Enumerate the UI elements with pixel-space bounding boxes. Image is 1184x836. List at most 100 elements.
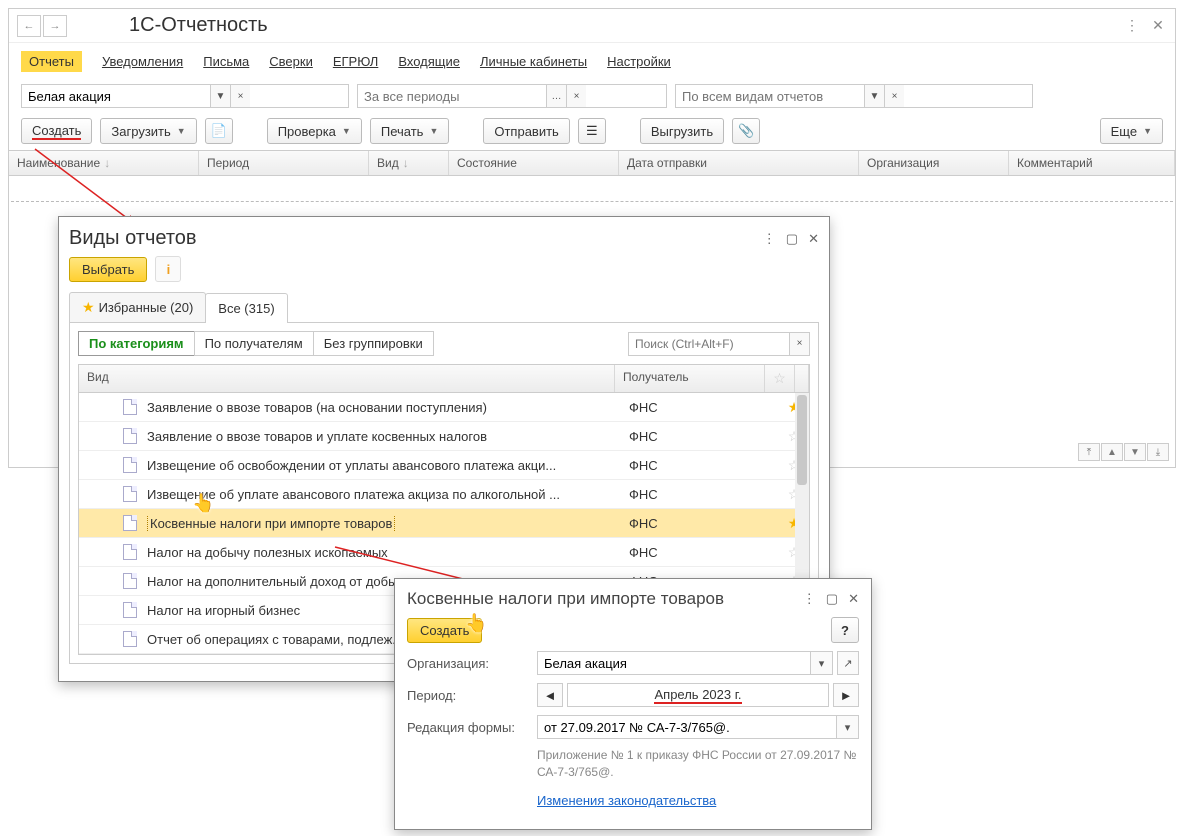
- period-next[interactable]: ►: [833, 683, 859, 707]
- col-period[interactable]: Период: [207, 156, 249, 170]
- scroll-buttons: ⤒ ▲ ▼ ⤓: [1078, 443, 1169, 461]
- scroll-down-icon[interactable]: ▼: [1124, 443, 1146, 461]
- period-field[interactable]: Апрель 2023 г.: [567, 683, 829, 707]
- col-state[interactable]: Состояние: [457, 156, 517, 170]
- tab-settings[interactable]: Настройки: [607, 54, 671, 69]
- more-button[interactable]: Еще▼: [1100, 118, 1163, 144]
- col-kind-header[interactable]: Вид: [79, 365, 615, 392]
- clear-icon[interactable]: ×: [566, 85, 586, 107]
- edition-input[interactable]: [538, 720, 836, 735]
- scroll-bottom-icon[interactable]: ⤓: [1147, 443, 1169, 461]
- close-icon[interactable]: ✕: [808, 231, 819, 247]
- mode-by-category[interactable]: По категориям: [78, 331, 195, 356]
- kind-filter[interactable]: ▼ ×: [675, 84, 1033, 108]
- tab-incoming[interactable]: Входящие: [398, 54, 460, 69]
- col-kind[interactable]: Вид: [377, 156, 399, 170]
- close-icon[interactable]: ✕: [848, 591, 859, 607]
- chevron-down-icon[interactable]: ▼: [864, 85, 884, 107]
- clear-search-icon[interactable]: ×: [789, 333, 809, 355]
- menu-icon[interactable]: ⋮: [763, 231, 776, 247]
- row-name: Налог на добычу полезных ископаемых: [147, 545, 629, 560]
- document-icon: [123, 457, 137, 473]
- info-icon[interactable]: i: [155, 256, 181, 282]
- col-comment[interactable]: Комментарий: [1017, 156, 1093, 170]
- col-org[interactable]: Организация: [867, 156, 939, 170]
- tab-cabinets[interactable]: Личные кабинеты: [480, 54, 587, 69]
- clear-icon[interactable]: ×: [884, 85, 904, 107]
- chevron-down-icon[interactable]: ▾: [836, 716, 858, 738]
- document-icon: [123, 399, 137, 415]
- print-button[interactable]: Печать▼: [370, 118, 450, 144]
- col-fav-header[interactable]: ☆: [765, 365, 795, 392]
- period-filter[interactable]: … ×: [357, 84, 667, 108]
- chevron-down-icon[interactable]: ▾: [810, 652, 832, 674]
- col-sent[interactable]: Дата отправки: [627, 156, 707, 170]
- menu-icon[interactable]: ⋮: [1123, 17, 1141, 34]
- kind-filter-input[interactable]: [676, 85, 864, 107]
- page-title: 1С-Отчетность: [129, 14, 268, 37]
- edition-note: Приложение № 1 к приказу ФНС России от 2…: [537, 747, 859, 781]
- check-button[interactable]: Проверка▼: [267, 118, 362, 144]
- send-button[interactable]: Отправить: [483, 118, 569, 144]
- mode-by-receiver[interactable]: По получателям: [194, 331, 314, 356]
- types-title: Виды отчетов: [69, 227, 197, 250]
- document-icon: [123, 573, 137, 589]
- document-icon: [123, 544, 137, 560]
- create-dialog: Косвенные налоги при импорте товаров ⋮ ▢…: [394, 578, 872, 830]
- row-name: Извещение об освобождении от уплаты аван…: [147, 458, 629, 473]
- org-filter[interactable]: ▼ ×: [21, 84, 349, 108]
- col-recv-header[interactable]: Получатель: [615, 365, 765, 392]
- maximize-icon[interactable]: ▢: [826, 591, 838, 607]
- tab-reconcile[interactable]: Сверки: [269, 54, 313, 69]
- list-item[interactable]: Извещение об освобождении от уплаты аван…: [79, 451, 809, 480]
- search-input[interactable]: [629, 333, 789, 355]
- maximize-icon[interactable]: ▢: [786, 231, 798, 247]
- document-icon: [123, 428, 137, 444]
- attach-icon-button[interactable]: 📎: [732, 118, 760, 144]
- nav-back[interactable]: ←: [17, 15, 41, 37]
- mode-no-group[interactable]: Без группировки: [313, 331, 434, 356]
- list-item[interactable]: Заявление о ввозе товаров (на основании …: [79, 393, 809, 422]
- dlg-create-button[interactable]: Создать: [407, 618, 482, 643]
- row-recv: ФНС: [629, 545, 779, 560]
- row-recv: ФНС: [629, 429, 779, 444]
- org-field[interactable]: ▾: [537, 651, 833, 675]
- law-changes-link[interactable]: Изменения законодательства: [537, 793, 716, 808]
- clear-icon[interactable]: ×: [230, 85, 250, 107]
- org-input[interactable]: [538, 656, 810, 671]
- tab-letters[interactable]: Письма: [203, 54, 249, 69]
- help-button[interactable]: ?: [831, 617, 859, 643]
- tab-favorites[interactable]: ★Избранные (20): [69, 292, 206, 322]
- close-icon[interactable]: ✕: [1149, 17, 1167, 34]
- menu-icon[interactable]: ⋮: [803, 591, 816, 607]
- open-icon[interactable]: ↗: [837, 651, 859, 675]
- tab-all[interactable]: Все (315): [205, 293, 287, 323]
- list-item[interactable]: Налог на добычу полезных ископаемыхФНС☆: [79, 538, 809, 567]
- list-item[interactable]: Заявление о ввозе товаров и уплате косве…: [79, 422, 809, 451]
- create-button[interactable]: Создать: [21, 118, 92, 144]
- chevron-down-icon[interactable]: ▼: [210, 85, 230, 107]
- doc-icon-button[interactable]: 📄: [205, 118, 233, 144]
- list-icon-button[interactable]: ☰: [578, 118, 606, 144]
- list-item[interactable]: Извещение об уплате авансового платежа а…: [79, 480, 809, 509]
- scroll-up-icon[interactable]: ▲: [1101, 443, 1123, 461]
- org-filter-input[interactable]: [22, 85, 210, 107]
- period-prev[interactable]: ◄: [537, 683, 563, 707]
- toolbar: Создать Загрузить▼ 📄 Проверка▼ Печать▼ О…: [9, 112, 1175, 150]
- scroll-top-icon[interactable]: ⤒: [1078, 443, 1100, 461]
- nav-fwd[interactable]: →: [43, 15, 67, 37]
- document-icon: [123, 602, 137, 618]
- list-item[interactable]: Косвенные налоги при импорте товаровФНС★: [79, 509, 809, 538]
- types-tabs: ★Избранные (20) Все (315): [69, 292, 819, 323]
- edition-field[interactable]: ▾: [537, 715, 859, 739]
- tab-egrul[interactable]: ЕГРЮЛ: [333, 54, 378, 69]
- export-button[interactable]: Выгрузить: [640, 118, 724, 144]
- tab-notifications[interactable]: Уведомления: [102, 54, 183, 69]
- ellipsis-icon[interactable]: …: [546, 85, 566, 107]
- load-button[interactable]: Загрузить▼: [100, 118, 196, 144]
- select-button[interactable]: Выбрать: [69, 257, 147, 282]
- tab-reports[interactable]: Отчеты: [21, 51, 82, 72]
- period-filter-input[interactable]: [358, 85, 546, 107]
- col-name[interactable]: Наименование: [17, 156, 100, 170]
- search-box[interactable]: ×: [628, 332, 810, 356]
